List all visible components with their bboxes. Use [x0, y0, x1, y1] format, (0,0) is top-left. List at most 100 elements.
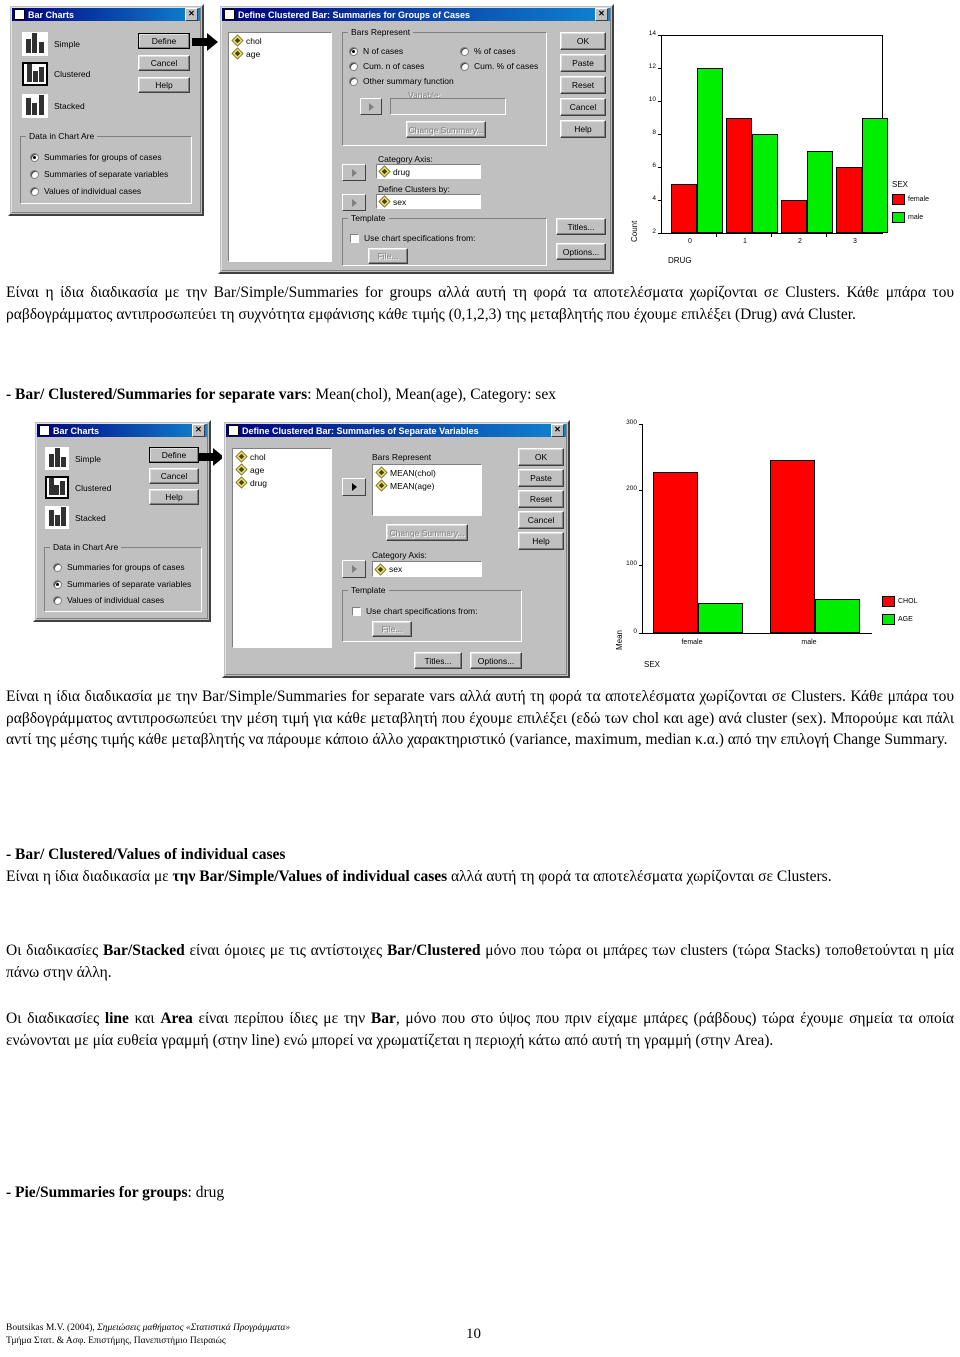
change-summary-button[interactable]: Change Summary... [386, 524, 468, 541]
chart-type-clustered-thumb[interactable] [45, 476, 69, 499]
list-item[interactable]: chol [231, 34, 331, 47]
template-group-title: Template [348, 213, 389, 223]
help-button[interactable]: Help [149, 489, 199, 505]
category-axis-field[interactable]: drug [376, 164, 481, 179]
x-axis-label: SEX [644, 660, 661, 669]
bar-charts-dialog-1[interactable]: Bar Charts ✕ Simple Clustered Stacked De… [8, 4, 204, 216]
radio-summaries-groups[interactable] [30, 153, 39, 162]
bar-charts-dialog-2[interactable]: Bar Charts ✕ Simple Clustered Stacked De… [33, 420, 211, 622]
cancel-button[interactable]: Cancel [149, 468, 199, 484]
radio-values-individual[interactable] [30, 187, 39, 196]
scale-variable-icon [235, 463, 248, 476]
move-to-clusters-button[interactable] [342, 194, 366, 211]
bar-male-0 [697, 68, 723, 233]
list-item[interactable]: age [235, 463, 331, 476]
para4-d: Bar/Clustered [386, 942, 481, 959]
file-button[interactable]: File... [368, 248, 408, 264]
chart-type-stacked-thumb[interactable] [22, 94, 48, 118]
list-item[interactable]: age [231, 47, 331, 60]
radio-values-individual-label: Values of individual cases [44, 186, 142, 196]
change-summary-button[interactable]: Change Summary... [406, 121, 486, 138]
use-chart-specs-checkbox[interactable] [352, 607, 361, 616]
help-button[interactable]: Help [138, 77, 190, 93]
bar-age-female [698, 602, 743, 633]
titles-button[interactable]: Titles... [556, 218, 606, 235]
chart-type-simple-thumb[interactable] [45, 447, 69, 470]
chart-type-stacked-thumb[interactable] [45, 506, 69, 529]
move-to-bars-represent-button[interactable] [342, 478, 366, 496]
define-clustered-bar-dialog-2[interactable]: Define Clustered Bar: Summaries of Separ… [222, 420, 570, 678]
list-item[interactable]: chol [235, 450, 331, 463]
y-tick-label: 2 [652, 228, 656, 235]
radio-summaries-groups-label: Summaries for groups of cases [67, 562, 185, 572]
radio-summaries-separate[interactable] [53, 580, 62, 589]
list-item[interactable]: MEAN(age) [375, 479, 481, 492]
define-clusters-field[interactable]: sex [376, 194, 481, 209]
radio-summaries-separate-label: Summaries of separate variables [67, 579, 192, 589]
bar-male-3 [862, 117, 888, 233]
ok-button[interactable]: OK [560, 32, 606, 50]
close-icon[interactable]: ✕ [595, 8, 608, 21]
titles-button[interactable]: Titles... [414, 652, 462, 669]
use-chart-specs-label: Use chart specifications from: [364, 233, 476, 243]
options-button[interactable]: Options... [470, 652, 522, 669]
reset-button[interactable]: Reset [518, 490, 564, 508]
options-button[interactable]: Options... [556, 243, 606, 260]
footer-line-1: Boutsikas M.V. (2004), Σημειώσεις μαθήμα… [6, 1322, 626, 1335]
radio-cum-n-of-cases-label: Cum. n of cases [363, 61, 425, 71]
heading-clustered-values-individual: - Bar/ Clustered/Values of individual ca… [6, 846, 286, 863]
paragraph-values-individual: Είναι η ίδια διαδικασία με την Bar/Simpl… [6, 866, 954, 888]
list-item[interactable]: drug [235, 476, 331, 489]
move-to-category-axis-button[interactable] [342, 164, 366, 181]
y-tick-label: 8 [652, 129, 656, 136]
reset-button[interactable]: Reset [560, 76, 606, 94]
define-button[interactable]: Define [138, 33, 190, 49]
close-icon[interactable]: ✕ [185, 8, 198, 21]
list-item[interactable]: MEAN(chol) [375, 466, 481, 479]
variable-name: age [250, 464, 265, 475]
cancel-button[interactable]: Cancel [560, 98, 606, 116]
radio-summaries-groups[interactable] [53, 563, 62, 572]
variable-list[interactable]: chol age [228, 32, 332, 262]
radio-cum-n-of-cases[interactable] [349, 62, 358, 71]
legend-item-female: female [892, 194, 929, 205]
bars-represent-list[interactable]: MEAN(chol) MEAN(age) [372, 464, 482, 516]
define-button[interactable]: Define [149, 447, 199, 463]
ok-button[interactable]: OK [518, 448, 564, 466]
y-tick-label: 0 [633, 628, 637, 635]
chart-type-simple-thumb[interactable] [22, 32, 48, 56]
move-to-variable-button[interactable] [360, 98, 382, 115]
bars-represent-item: MEAN(chol) [390, 467, 436, 478]
bar-female-3 [836, 167, 862, 233]
radio-values-individual[interactable] [53, 596, 62, 605]
cancel-button[interactable]: Cancel [518, 511, 564, 529]
paste-button[interactable]: Paste [560, 54, 606, 72]
radio-pct-of-cases[interactable] [460, 47, 469, 56]
clustered-bar-chart-mean: Mean 300 200 100 0 female male SEX CHOL … [600, 419, 956, 682]
paste-button[interactable]: Paste [518, 469, 564, 487]
use-chart-specs-checkbox[interactable] [350, 234, 359, 243]
radio-other-summary-function-label: Other summary function [363, 76, 454, 86]
define-clustered-bar-dialog-1[interactable]: Define Clustered Bar: Summaries for Grou… [218, 4, 614, 274]
close-icon[interactable]: ✕ [192, 424, 205, 437]
close-icon[interactable]: ✕ [551, 424, 564, 437]
radio-other-summary-function[interactable] [349, 77, 358, 86]
category-axis-field[interactable]: sex [372, 561, 482, 577]
radio-n-of-cases[interactable] [349, 47, 358, 56]
dialog-title: Bar Charts [28, 9, 75, 20]
cancel-button[interactable]: Cancel [138, 55, 190, 71]
bar-female-0 [671, 183, 697, 233]
radio-summaries-separate[interactable] [30, 170, 39, 179]
move-to-category-axis-button[interactable] [342, 560, 366, 578]
legend-swatch-age [882, 614, 895, 625]
radio-cum-pct-of-cases[interactable] [460, 62, 469, 71]
chart-type-clustered-thumb[interactable] [22, 62, 48, 86]
radio-summaries-separate-label: Summaries of separate variables [44, 169, 169, 179]
window-icon [14, 9, 25, 20]
variable-list[interactable]: chol age drug [232, 448, 332, 648]
file-button[interactable]: File... [372, 621, 412, 637]
help-button[interactable]: Help [518, 532, 564, 550]
para4-a: Οι διαδικασίες [6, 942, 103, 959]
summary-variable-field[interactable] [390, 98, 506, 115]
help-button[interactable]: Help [560, 120, 606, 138]
